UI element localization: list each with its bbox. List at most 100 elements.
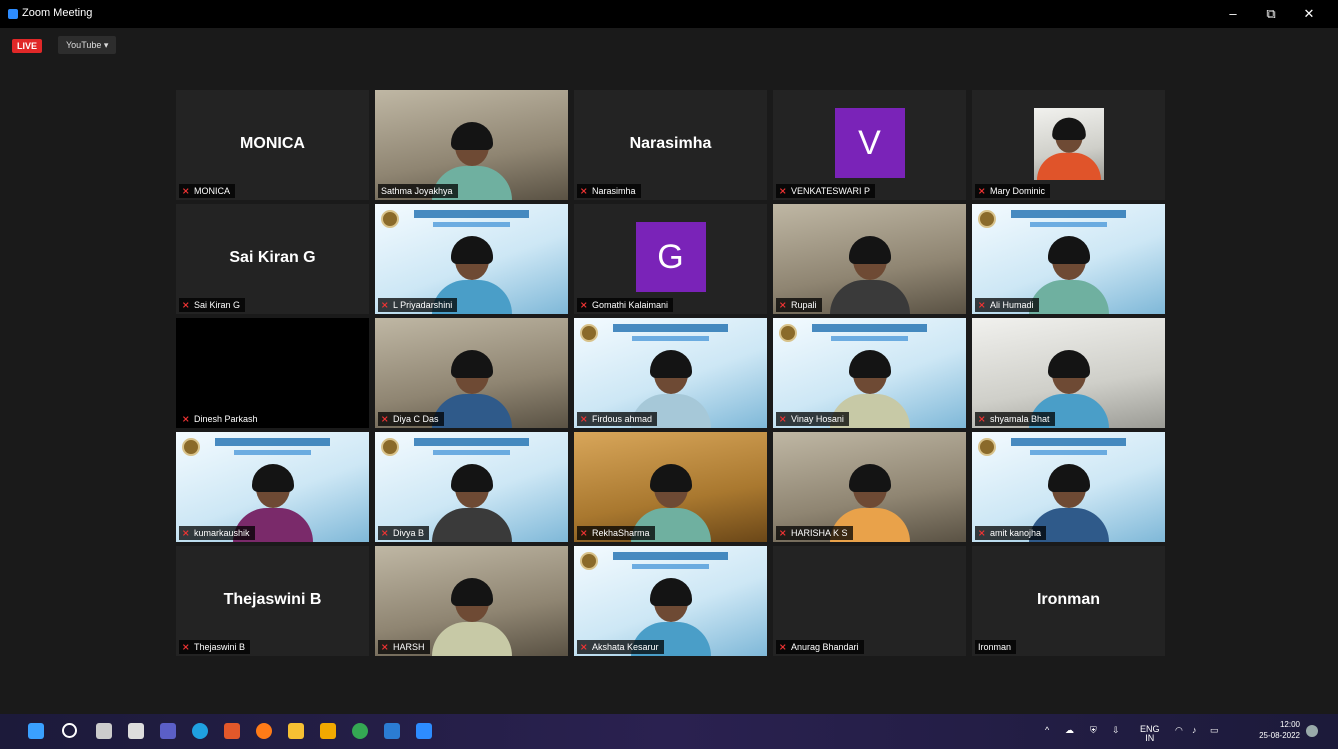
- participant-tile[interactable]: ⨯ Diya C Das: [375, 318, 568, 428]
- volume-icon[interactable]: ♪: [1192, 725, 1197, 735]
- participant-tile[interactable]: Thejaswini B ⨯ Thejaswini B: [176, 546, 369, 656]
- muted-mic-icon: ⨯: [381, 528, 389, 538]
- office-icon[interactable]: [224, 723, 240, 739]
- participant-tile[interactable]: ⨯ kumarkaushik: [176, 432, 369, 542]
- participant-tile[interactable]: Sai Kiran G ⨯ Sai Kiran G: [176, 204, 369, 314]
- institute-logo-icon: [580, 552, 598, 570]
- participant-name: Akshata Kesarur: [592, 642, 659, 652]
- clock-date: 25-08-2022: [1259, 731, 1300, 740]
- avatar: V: [834, 108, 905, 178]
- task-view-icon[interactable]: [96, 723, 112, 739]
- participant-tile[interactable]: Sathma Joyakhya: [375, 90, 568, 200]
- zoom-app-icon: [8, 9, 18, 19]
- file-explorer-icon[interactable]: [288, 723, 304, 739]
- participant-name-tag: ⨯ Mary Dominic: [975, 184, 1051, 198]
- usb-icon[interactable]: ⇩: [1112, 725, 1120, 736]
- muted-mic-icon: ⨯: [182, 414, 190, 424]
- youtube-dropdown[interactable]: YouTube ▾: [58, 36, 117, 54]
- language-indicator[interactable]: ENG IN: [1140, 725, 1160, 743]
- participant-name: HARSH: [393, 642, 425, 652]
- muted-mic-icon: ⨯: [381, 414, 389, 424]
- participant-name-tag: ⨯ shyamala Bhat: [975, 412, 1055, 426]
- start-icon[interactable]: [28, 723, 44, 739]
- participant-tile[interactable]: ⨯ Mary Dominic: [972, 90, 1165, 200]
- region-code: IN: [1145, 733, 1155, 743]
- participant-tile[interactable]: Ironman Ironman: [972, 546, 1165, 656]
- institute-logo-icon: [580, 324, 598, 342]
- participant-tile[interactable]: ⨯ Divya B: [375, 432, 568, 542]
- muted-mic-icon: ⨯: [182, 300, 190, 310]
- participant-name-tag: Sathma Joyakhya: [378, 184, 458, 198]
- participant-name-tag: ⨯ HARISHA K S: [776, 526, 853, 540]
- participant-name: L Priyadarshini: [393, 300, 453, 310]
- clock[interactable]: 12:00 25-08-2022: [1259, 719, 1300, 741]
- antivirus-icon[interactable]: ⛨: [1090, 725, 1097, 736]
- muted-mic-icon: ⨯: [779, 528, 787, 538]
- profile-photo: [1034, 108, 1104, 180]
- participant-tile[interactable]: ⨯ Firdous ahmad: [574, 318, 767, 428]
- participant-name: RekhaSharma: [592, 528, 650, 538]
- participant-display-name: Thejaswini B: [223, 591, 322, 608]
- participant-name-tag: ⨯ Dinesh Parkash: [179, 412, 263, 426]
- close-button[interactable]: ✕: [1296, 4, 1322, 24]
- minimize-button[interactable]: –: [1220, 4, 1246, 24]
- word-icon[interactable]: [384, 723, 400, 739]
- participant-tile[interactable]: ⨯ RekhaSharma: [574, 432, 767, 542]
- muted-mic-icon: ⨯: [580, 186, 588, 196]
- participant-name: Anurag Bhandari: [791, 642, 859, 652]
- onedrive-icon[interactable]: ☁: [1065, 725, 1074, 736]
- avatar: G: [635, 222, 706, 292]
- chevron-up-icon[interactable]: ^: [1045, 725, 1049, 735]
- gallery-grid: MONICA ⨯ MONICA Sathma Joyakhya Narasimha ⨯ Na…: [176, 90, 1165, 656]
- participant-tile[interactable]: Narasimha ⨯ Narasimha: [574, 90, 767, 200]
- muted-mic-icon: ⨯: [779, 300, 787, 310]
- wifi-icon[interactable]: ◠: [1175, 725, 1183, 736]
- restore-button[interactable]: ⧉: [1258, 4, 1284, 24]
- title-bar: Zoom Meeting – ⧉ ✕: [0, 0, 1338, 28]
- muted-mic-icon: ⨯: [978, 300, 986, 310]
- participant-tile[interactable]: ⨯ HARISHA K S: [773, 432, 966, 542]
- muted-mic-icon: ⨯: [381, 642, 389, 652]
- participant-tile[interactable]: MONICA ⨯ MONICA: [176, 90, 369, 200]
- participant-tile[interactable]: G ⨯ Gomathi Kalaimani: [574, 204, 767, 314]
- participant-tile[interactable]: ⨯ L Priyadarshini: [375, 204, 568, 314]
- participant-display-name: Narasimha: [629, 135, 712, 152]
- edge-icon[interactable]: [192, 723, 208, 739]
- zoom-taskbar-icon[interactable]: [416, 723, 432, 739]
- search-icon[interactable]: [62, 723, 77, 738]
- participant-name-tag: ⨯ Divya B: [378, 526, 430, 540]
- participant-tile[interactable]: ⨯ HARSH: [375, 546, 568, 656]
- participant-name-tag: ⨯ RekhaSharma: [577, 526, 655, 540]
- participant-tile[interactable]: V ⨯ VENKATESWARI P: [773, 90, 966, 200]
- muted-mic-icon: ⨯: [779, 414, 787, 424]
- muted-mic-icon: ⨯: [580, 528, 588, 538]
- institute-logo-icon: [978, 210, 996, 228]
- participant-tile[interactable]: ⨯ Vinay Hosani: [773, 318, 966, 428]
- widgets-icon[interactable]: [128, 723, 144, 739]
- institute-logo-icon: [978, 438, 996, 456]
- participant-tile[interactable]: ⨯ Akshata Kesarur: [574, 546, 767, 656]
- participant-tile[interactable]: ⨯ amit kanojha: [972, 432, 1165, 542]
- notification-icon[interactable]: [1306, 725, 1318, 737]
- muted-mic-icon: ⨯: [580, 642, 588, 652]
- sticky-notes-icon[interactable]: [320, 723, 336, 739]
- live-badge[interactable]: LIVE: [12, 39, 43, 53]
- participant-tile[interactable]: ⨯ Ali Humadi: [972, 204, 1165, 314]
- teams-icon[interactable]: [160, 723, 176, 739]
- participant-name: Ironman: [978, 642, 1012, 652]
- firefox-icon[interactable]: [256, 723, 272, 739]
- participant-tile[interactable]: ⨯ shyamala Bhat: [972, 318, 1165, 428]
- institute-logo-icon: [182, 438, 200, 456]
- participant-name: VENKATESWARI P: [791, 186, 871, 196]
- participant-tile[interactable]: ⨯ Anurag Bhandari: [773, 546, 966, 656]
- participant-tile[interactable]: ⨯ Dinesh Parkash: [176, 318, 369, 428]
- participant-name-tag: ⨯ kumarkaushik: [179, 526, 255, 540]
- participant-tile[interactable]: ⨯ Rupali: [773, 204, 966, 314]
- battery-icon[interactable]: ▭: [1210, 725, 1219, 736]
- participant-name-tag: ⨯ Ali Humadi: [975, 298, 1039, 312]
- participant-name-tag: Ironman: [975, 640, 1017, 654]
- participant-name-tag: ⨯ Gomathi Kalaimani: [577, 298, 674, 312]
- chrome-icon[interactable]: [352, 723, 368, 739]
- muted-mic-icon: ⨯: [779, 186, 787, 196]
- participant-name: Sathma Joyakhya: [381, 186, 453, 196]
